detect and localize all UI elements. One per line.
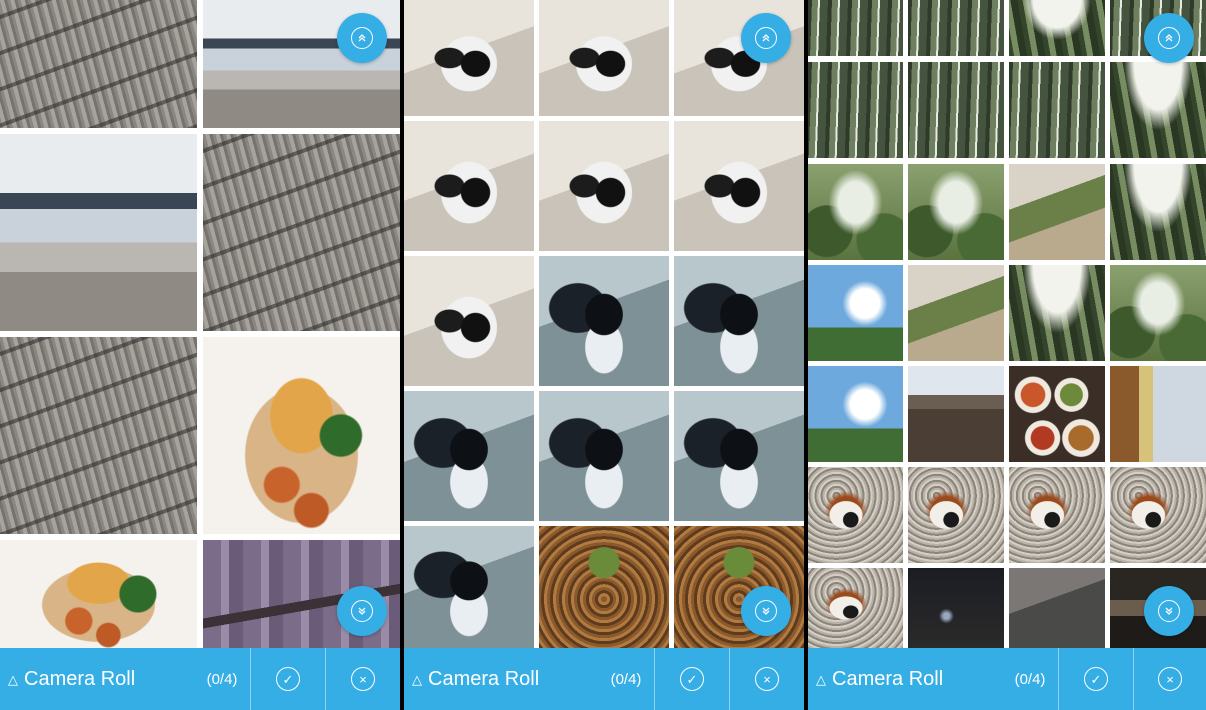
photo-thumbnail[interactable]: [203, 337, 400, 534]
photo-thumbnail[interactable]: [203, 134, 400, 331]
photo-grid[interactable]: [808, 0, 1206, 648]
photo-thumbnail[interactable]: [404, 256, 534, 386]
photo-picker-panel-4-column: △ Camera Roll (0/4) ✓ ×: [808, 0, 1206, 710]
triangle-up-icon: △: [8, 671, 18, 687]
selection-count: (0/4): [610, 670, 642, 688]
photo-thumbnail[interactable]: [808, 366, 903, 462]
triangle-up-icon: △: [412, 671, 422, 687]
scroll-to-top-button[interactable]: [337, 13, 387, 63]
close-icon: ×: [1158, 667, 1182, 691]
photo-thumbnail[interactable]: [0, 0, 197, 128]
photo-thumbnail[interactable]: [404, 526, 534, 648]
check-icon: ✓: [680, 667, 704, 691]
photo-thumbnail[interactable]: [1009, 568, 1105, 648]
close-icon: ×: [351, 667, 375, 691]
photo-thumbnail[interactable]: [1009, 265, 1105, 361]
photo-thumbnail[interactable]: [1110, 366, 1206, 462]
photo-thumbnail[interactable]: [0, 134, 197, 331]
close-icon: ×: [755, 667, 779, 691]
photo-thumbnail[interactable]: [808, 568, 903, 648]
photo-thumbnail[interactable]: [808, 265, 903, 361]
triangle-up-icon: △: [816, 671, 826, 687]
photo-thumbnail[interactable]: [908, 366, 1004, 462]
photo-thumbnail[interactable]: [1110, 265, 1206, 361]
selection-count: (0/4): [1014, 670, 1046, 688]
scroll-to-bottom-button[interactable]: [1144, 586, 1194, 636]
photo-thumbnail[interactable]: [539, 391, 669, 521]
check-icon: ✓: [1084, 667, 1108, 691]
photo-thumbnail[interactable]: [908, 62, 1004, 158]
photo-thumbnail[interactable]: [674, 0, 804, 116]
cancel-button[interactable]: ×: [730, 648, 804, 710]
photo-thumbnail[interactable]: [1110, 62, 1206, 158]
photo-grid[interactable]: [0, 0, 400, 648]
scroll-to-top-icon: [351, 27, 373, 49]
photo-thumbnail[interactable]: [1110, 164, 1206, 260]
bottom-toolbar: △ Camera Roll (0/4) ✓ ×: [808, 648, 1206, 710]
photo-thumbnail[interactable]: [908, 265, 1004, 361]
photo-grid[interactable]: [404, 0, 804, 648]
photo-thumbnail[interactable]: [1009, 366, 1105, 462]
scroll-to-top-button[interactable]: [1144, 13, 1194, 63]
scroll-to-bottom-icon: [1158, 600, 1180, 622]
photo-thumbnail[interactable]: [539, 121, 669, 251]
scroll-to-top-icon: [755, 27, 777, 49]
photo-thumbnail[interactable]: [808, 164, 903, 260]
scroll-to-bottom-icon: [351, 600, 373, 622]
photo-thumbnail[interactable]: [539, 526, 669, 648]
photo-thumbnail[interactable]: [539, 256, 669, 386]
photo-picker-panel-2-column: △ Camera Roll (0/4) ✓ ×: [0, 0, 400, 710]
album-title: Camera Roll: [24, 667, 136, 690]
selection-count: (0/4): [206, 670, 238, 688]
scroll-to-top-icon: [1158, 27, 1180, 49]
photo-thumbnail[interactable]: [1009, 62, 1105, 158]
photo-thumbnail[interactable]: [908, 568, 1004, 648]
photo-thumbnail[interactable]: [1009, 164, 1105, 260]
scroll-to-bottom-button[interactable]: [741, 586, 791, 636]
bottom-toolbar: △ Camera Roll (0/4) ✓ ×: [404, 648, 804, 710]
album-title: Camera Roll: [428, 667, 540, 690]
check-icon: ✓: [276, 667, 300, 691]
album-title: Camera Roll: [832, 667, 944, 690]
photo-thumbnail[interactable]: [404, 0, 534, 116]
scroll-to-bottom-button[interactable]: [337, 586, 387, 636]
scroll-to-top-button[interactable]: [741, 13, 791, 63]
photo-thumbnail[interactable]: [908, 164, 1004, 260]
bottom-toolbar: △ Camera Roll (0/4) ✓ ×: [0, 648, 400, 710]
photo-thumbnail[interactable]: [674, 256, 804, 386]
photo-picker-panel-3-column: △ Camera Roll (0/4) ✓ ×: [404, 0, 804, 710]
confirm-button[interactable]: ✓: [1059, 648, 1133, 710]
album-selector[interactable]: △ Camera Roll: [816, 648, 943, 710]
photo-thumbnail[interactable]: [1009, 0, 1105, 56]
photo-thumbnail[interactable]: [674, 526, 804, 648]
photo-thumbnail[interactable]: [808, 467, 903, 563]
photo-thumbnail[interactable]: [1009, 467, 1105, 563]
scroll-to-bottom-icon: [755, 600, 777, 622]
photo-thumbnail[interactable]: [404, 391, 534, 521]
cancel-button[interactable]: ×: [1134, 648, 1206, 710]
photo-thumbnail[interactable]: [0, 337, 197, 534]
photo-thumbnail[interactable]: [539, 0, 669, 116]
photo-thumbnail[interactable]: [908, 0, 1004, 56]
photo-thumbnail[interactable]: [674, 121, 804, 251]
photo-thumbnail[interactable]: [674, 391, 804, 521]
photo-thumbnail[interactable]: [1110, 467, 1206, 563]
album-selector[interactable]: △ Camera Roll: [412, 648, 539, 710]
photo-thumbnail[interactable]: [808, 62, 903, 158]
photo-thumbnail[interactable]: [0, 540, 197, 648]
cancel-button[interactable]: ×: [326, 648, 400, 710]
photo-thumbnail[interactable]: [808, 0, 903, 56]
photo-thumbnail[interactable]: [908, 467, 1004, 563]
photo-thumbnail[interactable]: [404, 121, 534, 251]
confirm-button[interactable]: ✓: [655, 648, 729, 710]
confirm-button[interactable]: ✓: [251, 648, 325, 710]
album-selector[interactable]: △ Camera Roll: [8, 648, 135, 710]
